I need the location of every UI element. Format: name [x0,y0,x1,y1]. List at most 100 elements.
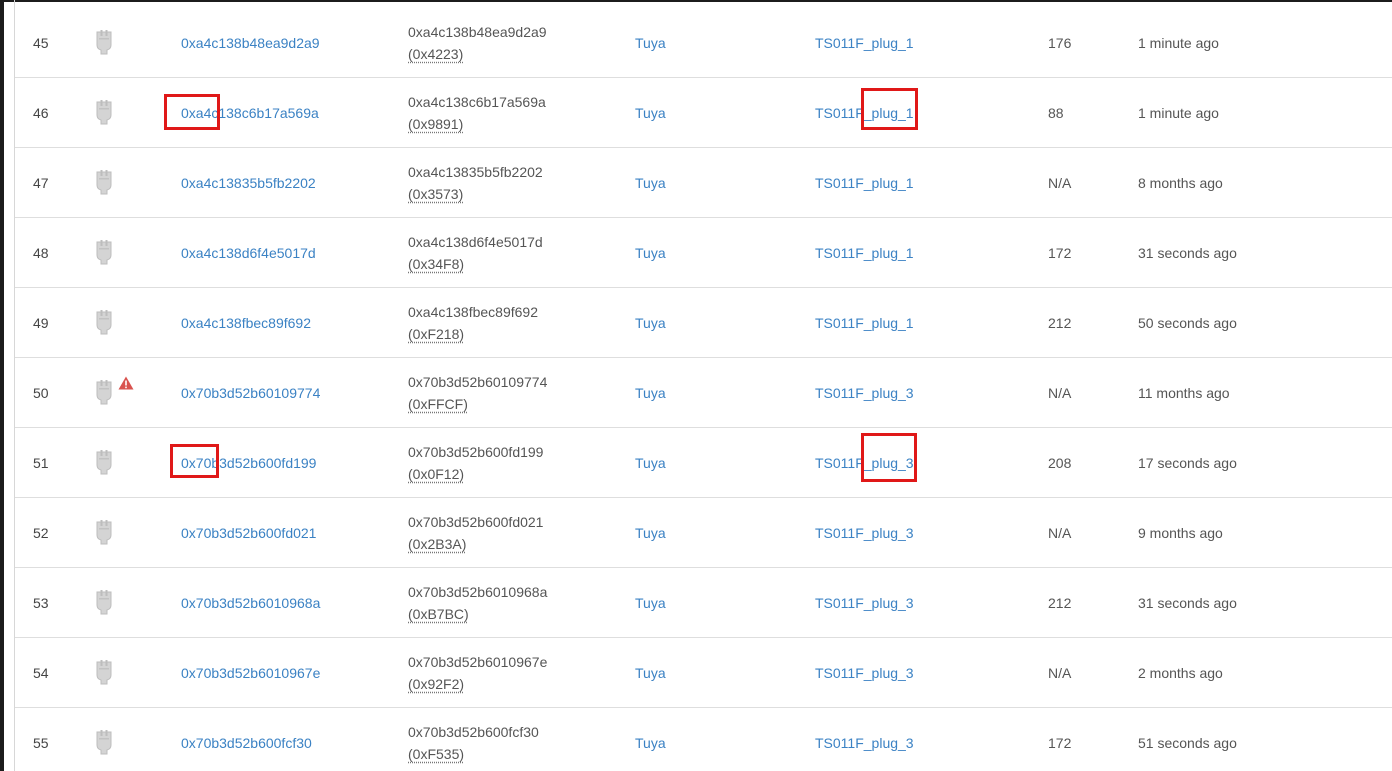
ieee-address: 0xa4c138b48ea9d2a9 [408,23,547,40]
last-seen: 2 months ago [1138,664,1223,681]
model-link[interactable]: TS011F_plug_3 [815,595,914,611]
model-link[interactable]: TS011F_plug_1 [815,315,914,331]
device-icon-cell [95,428,155,497]
model-link[interactable]: TS011F_plug_3 [815,455,914,471]
lqi-value: N/A [1048,174,1072,191]
table-row: 55 0x70b3d52b600fcf30 0x70b3d52b600fcf30… [15,708,1392,771]
ieee-address: 0x70b3d52b600fd021 [408,513,544,530]
device-ieee-link[interactable]: 0xa4c138b48ea9d2a9 [181,35,320,51]
network-address: (0xF535) [408,745,465,762]
network-address: (0x4223) [408,45,464,62]
lqi-value: 212 [1048,594,1072,611]
model-link[interactable]: TS011F_plug_3 [815,735,914,751]
smart-plug-icon [95,449,113,476]
device-ieee-link[interactable]: 0x70b3d52b60109774 [181,385,320,401]
lqi-value: 176 [1048,34,1072,51]
smart-plug-icon [95,729,113,756]
last-seen: 31 seconds ago [1138,594,1237,611]
vendor-link[interactable]: Tuya [635,455,666,471]
smart-plug-icon [95,519,113,546]
ieee-address: 0xa4c138d6f4e5017d [408,233,543,250]
ieee-address: 0x70b3d52b600fd199 [408,443,544,460]
device-icon-cell [95,568,155,637]
last-seen: 50 seconds ago [1138,314,1237,331]
device-ieee-link[interactable]: 0x70b3d52b600fd199 [181,455,316,471]
network-address: (0x3573) [408,185,464,202]
vendor-link[interactable]: Tuya [635,665,666,681]
vendor-link[interactable]: Tuya [635,35,666,51]
vendor-link[interactable]: Tuya [635,245,666,261]
smart-plug-icon [95,99,113,126]
device-ieee-link[interactable]: 0xa4c138d6f4e5017d [181,245,316,261]
device-ieee-link[interactable]: 0xa4c138fbec89f692 [181,315,311,331]
table-row: 50 0x70b3d52b60109774 0x70b3d52b60109774… [15,358,1392,428]
network-address: (0xF218) [408,325,465,342]
table-row: 53 0x70b3d52b6010968a 0x70b3d52b6010968a… [15,568,1392,638]
lqi-value: 172 [1048,244,1072,261]
smart-plug-icon [95,169,113,196]
network-address: (0xB7BC) [408,605,469,622]
smart-plug-icon [95,589,113,616]
last-seen: 51 seconds ago [1138,734,1237,751]
vendor-link[interactable]: Tuya [635,175,666,191]
ieee-address: 0xa4c138fbec89f692 [408,303,538,320]
ieee-address: 0x70b3d52b6010968a [408,583,548,600]
device-ieee-link[interactable]: 0x70b3d52b6010967e [181,665,320,681]
lqi-value: N/A [1048,664,1072,681]
model-link[interactable]: TS011F_plug_1 [815,105,914,121]
device-ieee-link[interactable]: 0xa4c138c6b17a569a [181,105,319,121]
last-seen: 9 months ago [1138,524,1223,541]
table-row: 51 0x70b3d52b600fd199 0x70b3d52b600fd199… [15,428,1392,498]
device-ieee-link[interactable]: 0x70b3d52b600fd021 [181,525,316,541]
last-seen: 17 seconds ago [1138,454,1237,471]
smart-plug-icon [95,659,113,686]
model-link[interactable]: TS011F_plug_3 [815,665,914,681]
vendor-link[interactable]: Tuya [635,735,666,751]
warning-icon[interactable] [118,376,134,390]
device-address-cell: 0xa4c138c6b17a569a (0x9891) [408,78,628,147]
device-ieee-link[interactable]: 0xa4c13835b5fb2202 [181,175,316,191]
network-address: (0x0F12) [408,465,465,482]
row-number: 48 [33,244,49,261]
table-row: 46 0xa4c138c6b17a569a 0xa4c138c6b17a569a… [15,78,1392,148]
vendor-link[interactable]: Tuya [635,105,666,121]
model-link[interactable]: TS011F_plug_1 [815,245,914,261]
device-ieee-link[interactable]: 0x70b3d52b6010968a [181,595,320,611]
model-link[interactable]: TS011F_plug_1 [815,175,914,191]
network-address: (0x2B3A) [408,535,467,552]
smart-plug-icon [95,376,134,406]
vendor-link[interactable]: Tuya [635,385,666,401]
device-address-cell: 0xa4c138fbec89f692 (0xF218) [408,288,628,357]
ieee-address: 0x70b3d52b600fcf30 [408,723,539,740]
lqi-value: 212 [1048,314,1072,331]
last-seen: 1 minute ago [1138,34,1219,51]
vendor-link[interactable]: Tuya [635,525,666,541]
device-icon-cell [95,358,155,427]
vendor-link[interactable]: Tuya [635,315,666,331]
model-link[interactable]: TS011F_plug_3 [815,525,914,541]
device-address-cell: 0xa4c138b48ea9d2a9 (0x4223) [408,8,628,77]
vendor-link[interactable]: Tuya [635,595,666,611]
device-icon-cell [95,708,155,771]
device-ieee-link[interactable]: 0x70b3d52b600fcf30 [181,735,312,751]
screenshot-frame: 45 0xa4c138b48ea9d2a9 0xa4c138b48ea9d2a9… [0,0,1392,771]
model-link[interactable]: TS011F_plug_1 [815,35,914,51]
ieee-address: 0x70b3d52b60109774 [408,373,548,390]
device-icon-cell [95,498,155,567]
row-number: 53 [33,594,49,611]
ieee-address: 0xa4c138c6b17a569a [408,93,546,110]
network-address: (0x92F2) [408,675,465,692]
table-row: 48 0xa4c138d6f4e5017d 0xa4c138d6f4e5017d… [15,218,1392,288]
device-address-cell: 0x70b3d52b60109774 (0xFFCF) [408,358,628,427]
window-top-edge [0,0,1392,2]
row-number: 46 [33,104,49,121]
device-icon-cell [95,148,155,217]
row-number: 55 [33,734,49,751]
smart-plug-icon [95,309,113,336]
row-number: 54 [33,664,49,681]
model-link[interactable]: TS011F_plug_3 [815,385,914,401]
device-icon-cell [95,638,155,707]
last-seen: 8 months ago [1138,174,1223,191]
row-number: 45 [33,34,49,51]
network-address: (0xFFCF) [408,395,468,412]
